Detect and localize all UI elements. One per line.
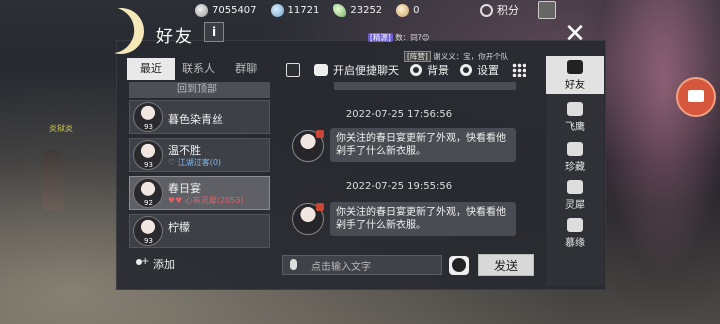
resource-gem-value: 11721: [287, 4, 320, 16]
tab-group-chat[interactable]: 群聊: [222, 58, 270, 80]
sidebar-item-eagle[interactable]: 飞鹰: [546, 98, 604, 136]
sidebar-item-label: 珍藏: [565, 162, 585, 173]
close-button[interactable]: ✕: [562, 21, 588, 48]
chat-history-button[interactable]: [286, 60, 300, 80]
camera-icon: [688, 90, 704, 102]
points-label: 积分: [497, 4, 519, 17]
add-friend-button[interactable]: 添加: [129, 254, 270, 274]
friend-level: 92: [144, 199, 153, 207]
background-button[interactable]: 背景: [410, 60, 449, 80]
back-to-top-button[interactable]: 回到顶部: [129, 82, 270, 98]
coin-icon: [195, 3, 208, 17]
panel-title: 好友: [156, 27, 194, 47]
background-label: 背景: [427, 64, 449, 77]
npc-character[interactable]: [42, 150, 64, 210]
add-user-icon: [135, 256, 149, 270]
previous-message-edge: [334, 82, 516, 90]
map-icon[interactable]: [538, 1, 556, 19]
resource-coin: 7055407: [195, 3, 257, 17]
points-icon: [480, 3, 493, 17]
leaf-icon: [333, 3, 347, 17]
sidebar-item-label: 慕缘: [565, 238, 585, 249]
eagle-icon: [567, 102, 583, 116]
settings-label: 设置: [477, 64, 499, 77]
tab-recent[interactable]: 最近: [127, 58, 175, 80]
gear-icon: [410, 64, 422, 76]
send-button[interactable]: 发送: [478, 254, 534, 276]
message-bubble: 你关注的春日宴更新了外观，快看看他剁手了什么新衣服。: [330, 202, 516, 236]
points-button[interactable]: 积分: [480, 2, 519, 18]
friend-item[interactable]: 93 温不胜 ♡ 江湖过客(0): [129, 138, 270, 172]
collection-icon: [567, 142, 583, 156]
friend-level: 93: [144, 123, 153, 131]
badge-icon: [316, 130, 324, 138]
chat-bubble-icon: [314, 64, 328, 76]
chat-history-icon: [286, 63, 300, 77]
tab-contacts[interactable]: 联系人: [175, 58, 223, 80]
friend-intimacy: ♡ 江湖过客(0): [168, 158, 222, 167]
friend-item-selected[interactable]: 92 春日宴 ♥♥ 心有灵犀(2053): [129, 176, 270, 210]
friend-name: 春日宴: [168, 182, 201, 195]
resource-leaf-value: 23252: [350, 4, 383, 16]
friend-name: 温不胜: [168, 144, 201, 157]
friend-item[interactable]: 93 柠檬: [129, 214, 270, 248]
sidebar-item-label: 灵犀: [565, 200, 585, 211]
message-bubble: 你关注的春日宴更新了外观，快看看他剁手了什么新衣服。: [330, 128, 516, 162]
input-placeholder: 点击输入文字: [311, 262, 371, 273]
message-input[interactable]: 点击输入文字: [282, 255, 442, 275]
fate-icon: [567, 218, 583, 232]
friends-icon: [567, 60, 583, 74]
message-timestamp: 2022-07-25 17:56:56: [345, 109, 453, 120]
friend-tabs: 最近 联系人 群聊: [127, 58, 270, 80]
chat-area[interactable]: 2022-07-25 17:56:56 你关注的春日宴更新了外观，快看看他剁手了…: [282, 82, 538, 250]
info-button[interactable]: i: [204, 22, 224, 42]
resource-leaf: 23252: [333, 3, 383, 17]
sidebar-item-label: 好友: [565, 80, 585, 91]
microphone-icon[interactable]: [290, 259, 297, 270]
add-friend-label: 添加: [153, 258, 175, 271]
resource-coin-value: 7055407: [212, 4, 257, 16]
sidebar-item-friends[interactable]: 好友: [546, 56, 604, 94]
friend-level: 93: [144, 161, 153, 169]
quick-chat-label: 开启便捷聊天: [333, 64, 399, 77]
bag-icon: [396, 3, 410, 17]
system-ticker: [精源] 数：同?😊: [368, 32, 430, 43]
more-button[interactable]: [512, 60, 526, 80]
resource-bar: 7055407 11721 23252 0: [195, 0, 420, 20]
friend-level: 93: [144, 237, 153, 245]
emoji-icon: [452, 258, 466, 272]
grid-icon: [512, 63, 526, 77]
friend-intimacy: ♥♥ 心有灵犀(2053): [168, 196, 244, 205]
gear-icon: [460, 64, 472, 76]
rhino-icon: [567, 180, 583, 194]
quick-chat-button[interactable]: 开启便捷聊天: [314, 60, 399, 80]
npc-name-label: 炎狱炎: [49, 124, 73, 133]
resource-bag-value: 0: [413, 4, 420, 16]
friend-name: 柠檬: [168, 221, 190, 234]
friend-item[interactable]: 93 暮色染青丝: [129, 100, 270, 134]
resource-bag: 0: [396, 3, 420, 17]
message-timestamp: 2022-07-25 19:55:56: [345, 181, 453, 192]
badge-icon: [316, 203, 324, 211]
ticker-text: 数：同?😊: [395, 33, 430, 42]
gem-icon: [270, 3, 284, 17]
resource-gem: 11721: [270, 3, 320, 17]
friend-name: 暮色染青丝: [168, 113, 223, 126]
sidebar-item-fate[interactable]: 慕缘: [546, 214, 604, 252]
sidebar-item-label: 飞鹰: [565, 122, 585, 133]
sidebar-item-collection[interactable]: 珍藏: [546, 138, 604, 176]
sidebar-item-rhino[interactable]: 灵犀: [546, 176, 604, 214]
settings-button[interactable]: 设置: [460, 60, 499, 80]
ticker-channel-tag: [精源]: [368, 33, 393, 42]
